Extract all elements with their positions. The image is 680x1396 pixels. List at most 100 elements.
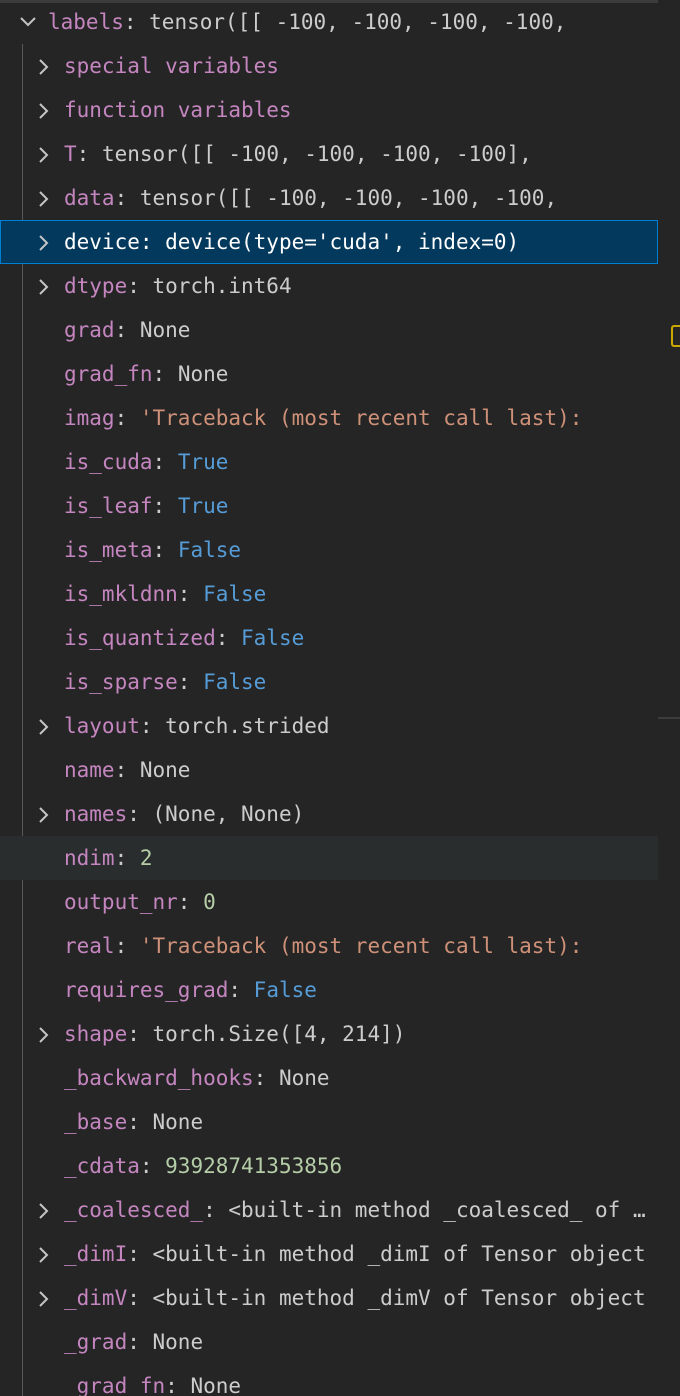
variable-name: device xyxy=(64,230,140,254)
chevron-right-icon[interactable] xyxy=(30,704,64,748)
variable-row[interactable]: _dimI: <built-in method _dimI of Tensor … xyxy=(0,1232,658,1276)
variable-value: False xyxy=(203,670,267,694)
variable-row[interactable]: shape: torch.Size([4, 214]) xyxy=(0,1012,658,1056)
variable-content: labels: tensor([[ -100, -100, -100, -100… xyxy=(48,0,566,44)
variable-content: layout: torch.strided xyxy=(64,704,330,748)
variable-separator: : xyxy=(152,538,178,562)
variable-row-labels[interactable]: labels: tensor([[ -100, -100, -100, -100… xyxy=(0,0,658,44)
variable-row[interactable]: device: device(type='cuda', index=0) xyxy=(0,220,658,264)
variable-row[interactable]: _coalesced_: <built-in method _coalesced… xyxy=(0,1188,658,1232)
variable-separator: : xyxy=(114,758,140,782)
variable-name: dtype xyxy=(64,274,128,298)
variable-name: is_quantized xyxy=(64,626,216,650)
chevron-right-icon[interactable] xyxy=(30,132,64,176)
variable-name: name xyxy=(64,758,115,782)
variable-row[interactable]: is_sparse: False xyxy=(0,660,658,704)
variable-row[interactable]: _backward_hooks: None xyxy=(0,1056,658,1100)
variable-separator: : xyxy=(114,318,140,342)
twistie-spacer xyxy=(30,440,64,484)
variable-name: _cdata xyxy=(64,1154,140,1178)
variable-name: layout xyxy=(64,714,140,738)
variable-content: is_cuda: True xyxy=(64,440,228,484)
chevron-right-icon[interactable] xyxy=(30,1188,64,1232)
variable-row[interactable]: is_meta: False xyxy=(0,528,658,572)
variable-separator: : xyxy=(127,1110,153,1134)
variable-content: dtype: torch.int64 xyxy=(64,264,292,308)
variable-row[interactable]: names: (None, None) xyxy=(0,792,658,836)
chevron-right-icon[interactable] xyxy=(30,220,64,264)
variable-name: grad_fn xyxy=(64,362,153,386)
variable-row[interactable]: is_quantized: False xyxy=(0,616,658,660)
variable-row[interactable]: T: tensor([[ -100, -100, -100, -100], xyxy=(0,132,658,176)
vertical-scrollbar[interactable] xyxy=(658,0,680,1396)
variable-content: device: device(type='cuda', index=0) xyxy=(64,220,519,264)
variable-value: tensor([[ -100, -100, -100, -100, xyxy=(139,186,558,210)
variable-row[interactable]: ndim: 2 xyxy=(0,836,658,880)
chevron-right-icon[interactable] xyxy=(30,1012,64,1056)
twistie-spacer xyxy=(30,1100,64,1144)
twistie-spacer xyxy=(30,1364,64,1396)
variable-value: False xyxy=(177,538,242,562)
variable-separator: : xyxy=(165,1374,191,1396)
variable-name: grad xyxy=(64,318,115,342)
variable-name: imag xyxy=(64,406,115,430)
chevron-right-icon[interactable] xyxy=(30,792,64,836)
variable-row[interactable]: layout: torch.strided xyxy=(0,704,658,748)
variable-content: is_mkldnn: False xyxy=(64,572,266,616)
variable-content: _dimI: <built-in method _dimI of Tensor … xyxy=(64,1232,646,1276)
variable-row[interactable]: real: 'Traceback (most recent call last)… xyxy=(0,924,658,968)
variable-row[interactable]: is_cuda: True xyxy=(0,440,658,484)
variable-value: device(type='cuda', index=0) xyxy=(165,230,520,254)
variable-row[interactable]: imag: 'Traceback (most recent call last)… xyxy=(0,396,658,440)
variable-value: <built-in method _coalesced_ of Tensor o… xyxy=(228,1198,654,1222)
chevron-right-icon[interactable] xyxy=(30,264,64,308)
chevron-right-icon[interactable] xyxy=(30,44,64,88)
variable-value: (None, None) xyxy=(152,802,305,826)
variable-row[interactable]: grad: None xyxy=(0,308,658,352)
variable-content: shape: torch.Size([4, 214]) xyxy=(64,1012,405,1056)
variable-row[interactable]: dtype: torch.int64 xyxy=(0,264,658,308)
variable-value: 0 xyxy=(203,890,216,914)
chevron-down-icon[interactable] xyxy=(14,0,48,44)
variable-value: 'Traceback (most recent call last): xyxy=(139,934,583,958)
variable-separator: : xyxy=(114,934,140,958)
variable-row[interactable]: special variables xyxy=(0,44,658,88)
variable-name: _dimI xyxy=(64,1242,128,1266)
chevron-right-icon[interactable] xyxy=(30,1232,64,1276)
variable-row[interactable]: name: None xyxy=(0,748,658,792)
variable-row[interactable]: _grad_fn: None xyxy=(0,1364,658,1396)
chevron-right-icon[interactable] xyxy=(30,88,64,132)
variable-content: name: None xyxy=(64,748,190,792)
variable-value: torch.Size([4, 214]) xyxy=(152,1022,406,1046)
chevron-right-icon[interactable] xyxy=(30,1276,64,1320)
variable-row[interactable]: _grad: None xyxy=(0,1320,658,1364)
variable-separator: : xyxy=(177,582,204,606)
variable-row[interactable]: is_leaf: True xyxy=(0,484,658,528)
variable-separator: : xyxy=(127,802,153,826)
variable-content: grad: None xyxy=(64,308,190,352)
variable-row[interactable]: _cdata: 93928741353856 xyxy=(0,1144,658,1188)
variable-row[interactable]: data: tensor([[ -100, -100, -100, -100, xyxy=(0,176,658,220)
variable-row[interactable]: function variables xyxy=(0,88,658,132)
overview-ruler-mark xyxy=(658,717,680,719)
variable-content: names: (None, None) xyxy=(64,792,304,836)
variable-value: True xyxy=(177,450,229,474)
chevron-right-icon[interactable] xyxy=(30,176,64,220)
variable-name: _backward_hooks xyxy=(64,1066,254,1090)
variable-row[interactable]: is_mkldnn: False xyxy=(0,572,658,616)
variable-value: None xyxy=(190,1374,242,1396)
variable-row[interactable]: grad_fn: None xyxy=(0,352,658,396)
variable-name: real xyxy=(64,934,115,958)
variable-value: tensor([[ -100, -100, -100, -100, xyxy=(149,10,567,34)
variable-name: is_mkldnn xyxy=(64,582,178,606)
variable-content: _coalesced_: <built-in method _coalesced… xyxy=(64,1188,654,1232)
variable-separator: : xyxy=(139,1154,166,1178)
variable-content: data: tensor([[ -100, -100, -100, -100, xyxy=(64,176,557,220)
variable-row[interactable]: _base: None xyxy=(0,1100,658,1144)
variable-content: imag: 'Traceback (most recent call last)… xyxy=(64,396,582,440)
variable-name: _grad xyxy=(64,1330,128,1354)
variable-row[interactable]: requires_grad: False xyxy=(0,968,658,1012)
variable-row[interactable]: _dimV: <built-in method _dimV of Tensor … xyxy=(0,1276,658,1320)
twistie-spacer xyxy=(30,836,64,880)
variable-row[interactable]: output_nr: 0 xyxy=(0,880,658,924)
